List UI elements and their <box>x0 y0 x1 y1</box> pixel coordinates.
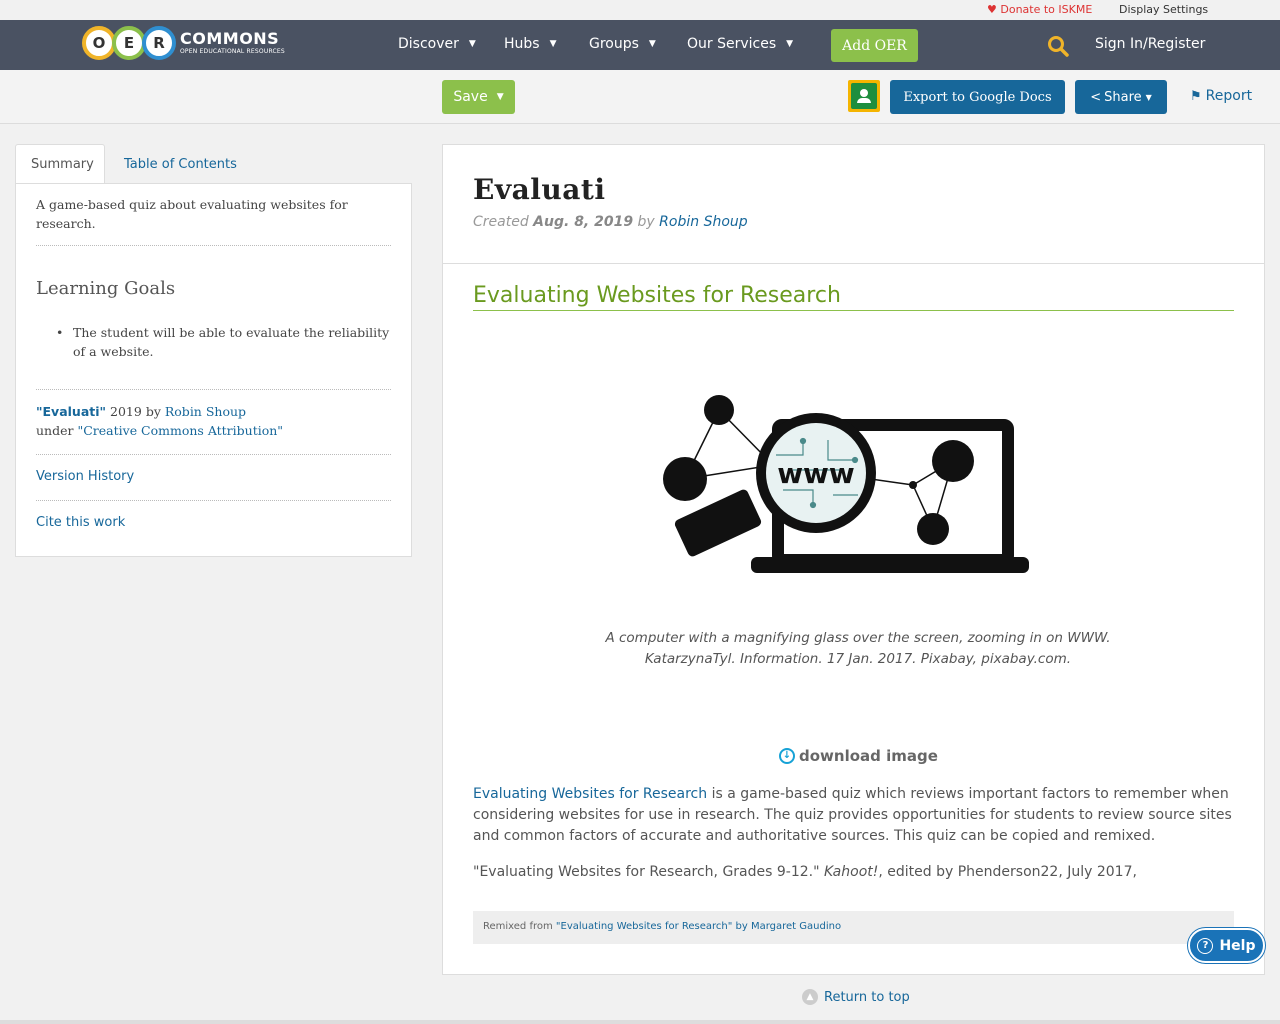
image-caption: A computer with a magnifying glass over … <box>605 630 1111 667</box>
chevron-down-icon: ▼ <box>648 39 656 49</box>
chevron-up-icon: ▲ <box>802 989 818 1005</box>
add-oer-button[interactable]: Add OER <box>831 29 918 62</box>
remix-source-link[interactable]: "Evaluating Websites for Research" by Ma… <box>556 921 841 932</box>
logo-letter-e: E <box>112 26 146 60</box>
save-button[interactable]: Save ▼ <box>442 80 515 114</box>
footer-edge <box>0 1020 1280 1024</box>
download-icon: ↓ <box>779 748 795 764</box>
nav-hubs[interactable]: Hubs ▼ <box>504 36 557 52</box>
section-title: Evaluating Websites for Research <box>473 283 1234 311</box>
action-bar: Save ▼ Export to Google Docs < Share ▼ ⚑ Rep… <box>0 70 1280 124</box>
summary-panel: A game-based quiz about evaluating websi… <box>15 183 412 557</box>
oer-commons-logo[interactable]: O E R COMMONS OPEN EDUCATIONAL RESOURCES <box>82 25 285 61</box>
divider <box>36 245 391 246</box>
nav-our-services[interactable]: Our Services ▼ <box>687 36 793 52</box>
share-icon: < <box>1090 89 1102 105</box>
export-google-docs-button[interactable]: Export to Google Docs <box>890 80 1065 114</box>
www-text: www <box>777 457 855 490</box>
search-icon[interactable] <box>1047 35 1069 57</box>
resource-content: Evaluati Created Aug. 8, 2019 by Robin S… <box>442 144 1265 975</box>
list-item: The student will be able to evaluate the… <box>56 323 391 361</box>
return-to-top-link[interactable]: ▲ Return to top <box>802 989 910 1005</box>
download-image-link[interactable]: ↓ download image <box>779 747 938 765</box>
description-paragraph: Evaluating Websites for Research is a ga… <box>473 786 1232 844</box>
chevron-down-icon: ▼ <box>786 39 794 49</box>
divider <box>443 263 1264 264</box>
question-icon: ? <box>1197 937 1214 954</box>
resource-title-link[interactable]: "Evaluati" <box>36 404 106 419</box>
sidebar-tabs: Summary Table of Contents <box>15 144 412 184</box>
author-link[interactable]: Robin Shoup <box>659 214 747 230</box>
remixed-from-note: Remixed from "Evaluating Websites for Re… <box>473 911 1234 944</box>
google-classroom-icon <box>851 83 877 109</box>
cite-this-work-link[interactable]: Cite this work <box>36 515 125 530</box>
help-button[interactable]: ? Help <box>1188 928 1265 963</box>
chevron-down-icon: ▼ <box>549 39 557 49</box>
divider <box>36 500 391 501</box>
learning-goals-heading: Learning Goals <box>36 278 176 299</box>
heart-icon: ♥ <box>987 3 997 16</box>
summary-text: A game-based quiz about evaluating websi… <box>36 197 348 231</box>
flag-icon: ⚑ <box>1190 88 1202 104</box>
sign-in-link[interactable]: Sign In/Register <box>1095 36 1205 52</box>
learning-goals-list: The student will be able to evaluate the… <box>56 323 391 361</box>
divider <box>36 389 391 390</box>
logo-letter-r: R <box>142 26 176 60</box>
nav-groups[interactable]: Groups ▼ <box>589 36 656 52</box>
tab-table-of-contents[interactable]: Table of Contents <box>109 144 252 184</box>
main-nav: O E R COMMONS OPEN EDUCATIONAL RESOURCES… <box>0 20 1280 70</box>
author-link[interactable]: Robin Shoup <box>165 404 246 419</box>
created-meta: Created Aug. 8, 2019 by Robin Shoup <box>473 214 748 230</box>
logo-letter-o: O <box>82 26 116 60</box>
license-link[interactable]: "Creative Commons Attribution" <box>77 423 283 438</box>
citation-paragraph: "Evaluating Websites for Research, Grade… <box>473 864 1137 880</box>
nav-discover[interactable]: Discover ▼ <box>398 36 476 52</box>
quiz-link[interactable]: Evaluating Websites for Research <box>473 786 707 802</box>
attribution: "Evaluati" 2019 by Robin Shoup under "Cr… <box>36 404 284 438</box>
donate-link[interactable]: ♥ Donate to ISKME <box>987 3 1092 16</box>
caret-down-icon: ▼ <box>1145 92 1152 102</box>
caret-down-icon: ▼ <box>496 92 504 102</box>
chevron-down-icon: ▼ <box>468 39 476 49</box>
share-button[interactable]: < Share ▼ <box>1075 80 1167 114</box>
divider <box>36 454 391 455</box>
display-settings-link[interactable]: Display Settings <box>1119 3 1208 16</box>
report-link[interactable]: ⚑ Report <box>1190 88 1252 104</box>
tab-summary[interactable]: Summary <box>15 144 105 184</box>
logo-wordmark: COMMONS OPEN EDUCATIONAL RESOURCES <box>180 29 285 55</box>
magnifying-www-image: www <box>663 395 1029 573</box>
version-history-link[interactable]: Version History <box>36 469 134 484</box>
google-classroom-button[interactable] <box>848 80 880 112</box>
page-title: Evaluati <box>473 173 606 206</box>
utility-bar: ♥ Donate to ISKME Display Settings <box>0 0 1280 20</box>
